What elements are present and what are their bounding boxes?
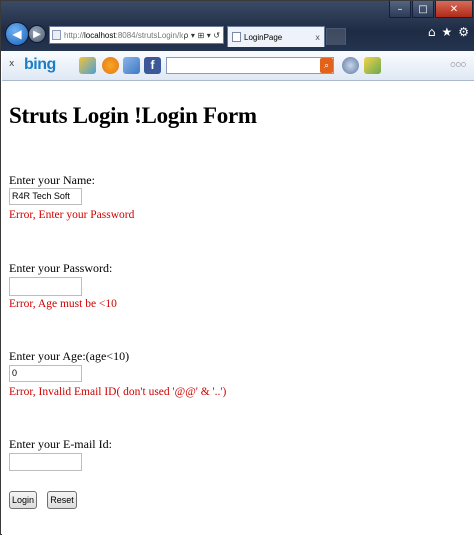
minimize-button[interactable]: –	[389, 1, 411, 18]
forward-button[interactable]: ▶	[28, 25, 46, 43]
email-input[interactable]	[9, 453, 82, 471]
weather-icon[interactable]	[102, 57, 119, 74]
facebook-icon[interactable]: f	[144, 57, 161, 74]
arrow-left-icon: ◀	[12, 27, 22, 41]
toolbar-close-icon[interactable]: x	[9, 59, 14, 69]
new-tab-button[interactable]	[326, 28, 346, 45]
bing-search-input[interactable]	[166, 57, 334, 74]
address-bar[interactable]: http://localhost:8084/strutsLogin/login.…	[49, 26, 224, 44]
reset-button[interactable]: Reset	[47, 491, 77, 509]
maximize-button[interactable]: □	[412, 1, 434, 18]
tab-close-icon[interactable]: x	[315, 33, 324, 42]
page-icon	[52, 30, 61, 40]
games-icon[interactable]	[364, 57, 381, 74]
browser-tools: ⌂ ★ ⚙	[428, 25, 469, 39]
tab-loginpage[interactable]: LoginPage x	[227, 26, 325, 47]
maps-icon[interactable]	[79, 57, 96, 74]
home-icon[interactable]: ⌂	[428, 25, 436, 39]
password-input[interactable]	[9, 277, 82, 296]
browser-window: – □ ✕ ◀ ▶ http://localhost:8084/strutsLo…	[0, 0, 474, 535]
age-input[interactable]: 0	[9, 365, 82, 382]
name-error: Error, Enter your Password	[9, 209, 135, 221]
age-label: Enter your Age:(age<10)	[9, 349, 130, 363]
page-title: Struts Login !Login Form	[9, 103, 257, 128]
name-label: Enter your Name:	[9, 173, 95, 187]
name-input[interactable]: R4R Tech Soft	[9, 188, 82, 205]
address-tools-icon[interactable]: ρ ▾ ⊞ ▾ ↺	[183, 31, 223, 40]
login-button[interactable]: Login	[9, 491, 37, 509]
address-url[interactable]: http://localhost:8084/strutsLogin/login.…	[64, 31, 183, 40]
title-bar: – □ ✕ ◀ ▶ http://localhost:8084/strutsLo…	[1, 1, 474, 51]
age-error: Error, Invalid Email ID( don't used '@@'…	[9, 386, 227, 398]
page-content: Struts Login !Login Form Enter your Name…	[2, 81, 474, 535]
window-controls: – □ ✕	[388, 1, 473, 19]
arrow-right-icon: ▶	[33, 28, 41, 40]
back-button[interactable]: ◀	[5, 22, 29, 46]
password-error: Error, Age must be <10	[9, 298, 117, 310]
gear-icon[interactable]: ⚙	[458, 25, 469, 39]
page-icon	[232, 32, 241, 42]
toolbar-options-icon[interactable]: ○○○	[450, 61, 466, 68]
bing-logo[interactable]: bing	[24, 56, 56, 74]
close-window-button[interactable]: ✕	[435, 1, 473, 18]
tab-title: LoginPage	[244, 32, 283, 42]
bing-toolbar: x bing f ⌕ ○○○	[2, 51, 474, 81]
password-label: Enter your Password:	[9, 261, 113, 275]
email-label: Enter your E-mail Id:	[9, 437, 112, 451]
video-icon[interactable]	[342, 57, 359, 74]
mail-icon[interactable]	[123, 57, 140, 74]
favorites-star-icon[interactable]: ★	[441, 25, 452, 39]
search-icon[interactable]: ⌕	[320, 58, 333, 73]
